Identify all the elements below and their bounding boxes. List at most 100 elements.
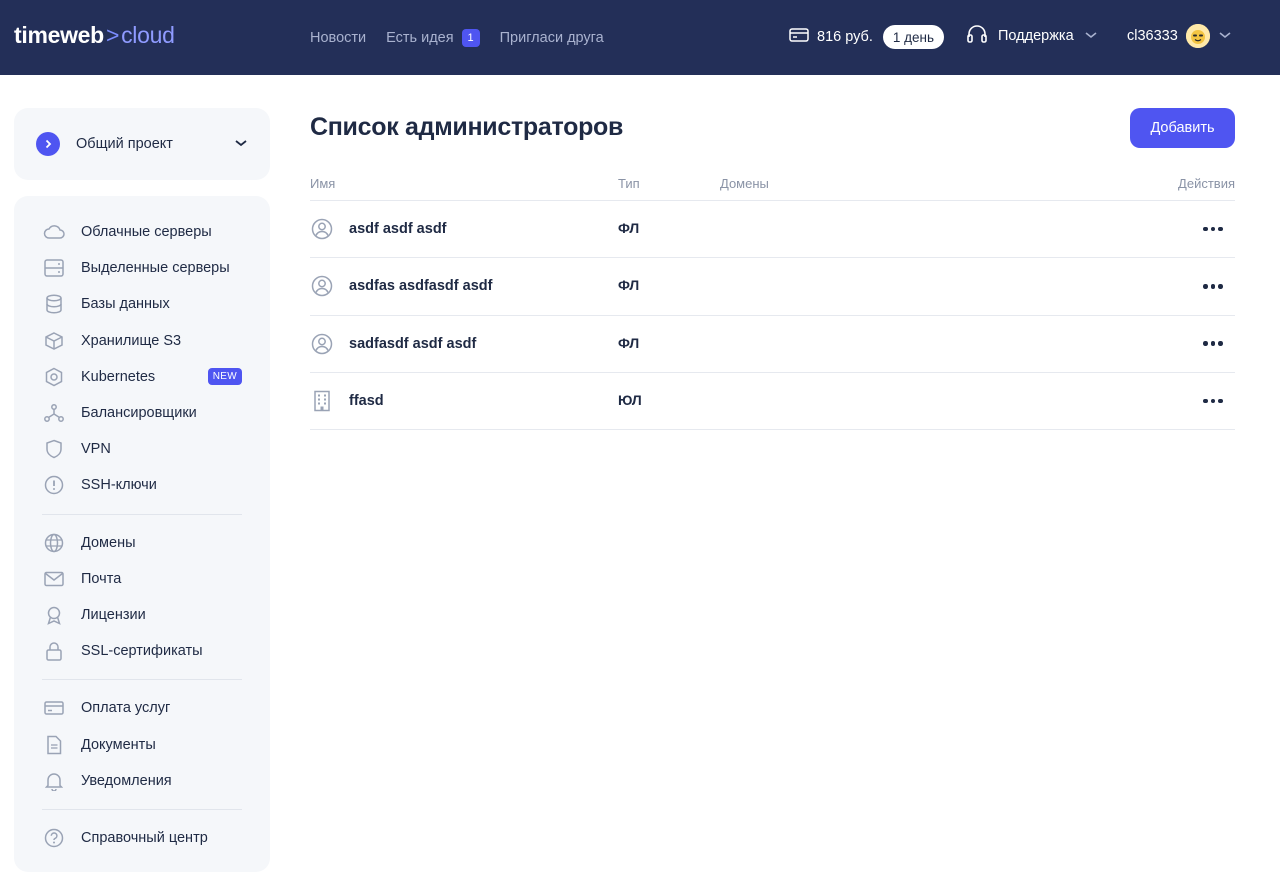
add-admin-button[interactable]: Добавить bbox=[1130, 108, 1235, 148]
sidebar-divider bbox=[42, 513, 242, 515]
sidebar-item-licenses[interactable]: Лицензии bbox=[14, 597, 270, 633]
more-actions-icon[interactable] bbox=[1201, 217, 1225, 241]
admins-table: Имя Тип Домены Действия asdf asdf asdf Ф… bbox=[310, 166, 1235, 431]
project-selector[interactable]: Общий проект bbox=[14, 108, 270, 180]
top-bar: timeweb > cloud Новости Есть идея 1 Приглас… bbox=[0, 0, 1280, 75]
page-title: Список администраторов bbox=[310, 113, 624, 141]
sidebar-item-balancers[interactable]: Балансировщики bbox=[14, 395, 270, 431]
sidebar-item-label: VPN bbox=[81, 441, 111, 458]
nav-invite-label: Пригласи друга bbox=[499, 29, 604, 46]
more-actions-icon[interactable] bbox=[1201, 332, 1225, 356]
person-icon bbox=[310, 217, 334, 241]
user-menu[interactable]: cl36333 bbox=[1127, 24, 1232, 48]
sidebar-item-mail[interactable]: Почта bbox=[14, 561, 270, 597]
sidebar-item-s3-storage[interactable]: Хранилище S3 bbox=[14, 323, 270, 359]
admin-name: asdf asdf asdf bbox=[349, 221, 447, 238]
server-icon bbox=[43, 257, 65, 279]
nav-invite[interactable]: Пригласи друга bbox=[500, 30, 604, 46]
sidebar-item-databases[interactable]: Базы данных bbox=[14, 286, 270, 322]
admin-name: ffasd bbox=[349, 393, 384, 410]
avatar bbox=[1185, 24, 1210, 48]
sidebar-item-ssl[interactable]: SSL-сертификаты bbox=[14, 633, 270, 669]
row-name-cell: asdfas asdfasdf asdf bbox=[310, 274, 618, 298]
logo-separator: > bbox=[105, 22, 120, 48]
lock-icon bbox=[43, 640, 65, 662]
column-header-type: Тип bbox=[618, 175, 640, 191]
building-icon bbox=[310, 389, 334, 413]
table-row[interactable]: asdfas asdfasdf asdf ФЛ bbox=[310, 258, 1235, 316]
logo-main: timeweb bbox=[14, 22, 104, 48]
sidebar-item-ssh-keys[interactable]: SSH-ключи bbox=[14, 467, 270, 503]
table-row[interactable]: ffasd ЮЛ bbox=[310, 373, 1235, 431]
award-icon bbox=[43, 604, 65, 626]
admin-type: ФЛ bbox=[618, 220, 640, 237]
sidebar-menu: Облачные серверы Выделенные серверы Базы… bbox=[14, 196, 270, 872]
sidebar-item-dedicated-servers[interactable]: Выделенные серверы bbox=[14, 250, 270, 286]
table-row[interactable]: sadfasdf asdf asdf ФЛ bbox=[310, 316, 1235, 373]
row-type-cell: ФЛ bbox=[618, 335, 720, 353]
sidebar-item-vpn[interactable]: VPN bbox=[14, 431, 270, 467]
nav-news-label: Новости bbox=[310, 29, 367, 46]
column-header-domains: Домены bbox=[720, 175, 769, 191]
logo[interactable]: timeweb > cloud bbox=[14, 22, 175, 49]
row-type-cell: ЮЛ bbox=[618, 392, 720, 410]
balance[interactable]: 816 руб. 1 день bbox=[789, 25, 945, 49]
mail-icon bbox=[43, 568, 65, 590]
bell-icon bbox=[43, 770, 65, 792]
person-icon bbox=[310, 332, 334, 356]
admin-name: asdfas asdfasdf asdf bbox=[349, 278, 493, 295]
table-row[interactable]: asdf asdf asdf ФЛ bbox=[310, 201, 1235, 259]
headset-icon bbox=[966, 24, 988, 48]
chevron-right-icon bbox=[36, 132, 60, 156]
sidebar-item-cloud-servers[interactable]: Облачные серверы bbox=[14, 214, 270, 250]
database-icon bbox=[43, 293, 65, 315]
more-actions-icon[interactable] bbox=[1201, 389, 1225, 413]
avatar-face-icon bbox=[1185, 24, 1210, 48]
idea-count-badge: 1 bbox=[461, 28, 480, 47]
admin-name: sadfasdf asdf asdf bbox=[349, 335, 477, 352]
sidebar-item-label: Оплата услуг bbox=[81, 700, 171, 717]
balance-amount: 816 руб. bbox=[817, 29, 873, 45]
chevron-down-icon bbox=[1218, 28, 1232, 44]
shield-icon bbox=[43, 438, 65, 460]
cube-icon bbox=[43, 330, 65, 352]
sidebar-item-label: Справочный центр bbox=[81, 829, 208, 846]
wallet-icon bbox=[789, 27, 809, 47]
sidebar-item-domains[interactable]: Домены bbox=[14, 525, 270, 561]
cloud-icon bbox=[43, 221, 65, 243]
table-header: Имя Тип Домены Действия bbox=[310, 166, 1235, 201]
row-type-cell: ФЛ bbox=[618, 220, 720, 238]
days-left-badge: 1 день bbox=[882, 25, 945, 49]
sidebar-item-help-center[interactable]: Справочный центр bbox=[14, 820, 270, 856]
sidebar-item-label: Выделенные серверы bbox=[81, 260, 230, 277]
chevron-down-icon bbox=[1084, 28, 1098, 44]
new-badge: NEW bbox=[207, 368, 242, 386]
person-icon bbox=[310, 274, 334, 298]
sidebar-item-kubernetes[interactable]: Kubernetes NEW bbox=[14, 359, 270, 395]
support-label: Поддержка bbox=[998, 28, 1074, 44]
sidebar-item-notifications[interactable]: Уведомления bbox=[14, 763, 270, 799]
column-header-name: Имя bbox=[310, 175, 336, 191]
nav-news[interactable]: Новости bbox=[310, 30, 366, 46]
row-actions-cell bbox=[1135, 274, 1235, 298]
card-icon bbox=[43, 697, 65, 719]
project-name: Общий проект bbox=[76, 136, 173, 152]
more-actions-icon[interactable] bbox=[1201, 274, 1225, 298]
sidebar-item-documents[interactable]: Документы bbox=[14, 726, 270, 762]
row-actions-cell bbox=[1135, 217, 1235, 241]
sidebar-item-label: Уведомления bbox=[81, 772, 172, 789]
balancer-icon bbox=[43, 402, 65, 424]
sidebar-item-label: Базы данных bbox=[81, 296, 170, 313]
row-name-cell: sadfasdf asdf asdf bbox=[310, 332, 618, 356]
column-header-actions: Действия bbox=[1178, 175, 1235, 191]
sidebar-item-payment[interactable]: Оплата услуг bbox=[14, 690, 270, 726]
sidebar-item-label: Балансировщики bbox=[81, 405, 197, 422]
sidebar-divider bbox=[42, 679, 242, 681]
top-nav: Новости Есть идея 1 Пригласи друга bbox=[310, 0, 604, 75]
nav-idea-label: Есть идея bbox=[386, 29, 454, 46]
nav-idea[interactable]: Есть идея 1 bbox=[386, 28, 480, 47]
chevron-down-icon bbox=[234, 135, 248, 153]
sidebar-item-label: SSL-сертификаты bbox=[81, 643, 203, 660]
support-menu[interactable]: Поддержка bbox=[966, 24, 1098, 48]
admin-type: ЮЛ bbox=[618, 392, 642, 409]
